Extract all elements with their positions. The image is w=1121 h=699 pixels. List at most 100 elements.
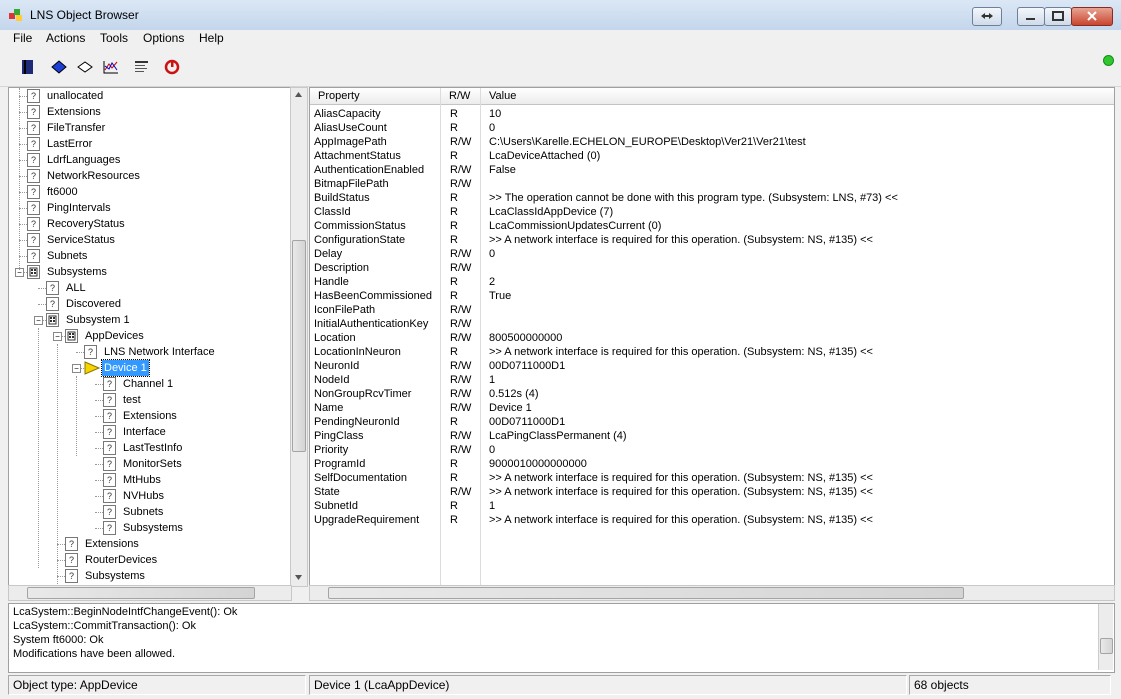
property-row[interactable]: InitialAuthenticationKey R/W [310,317,1114,331]
tree-item-label[interactable]: PingIntervals [45,200,113,216]
property-row[interactable]: IconFilePath R/W [310,303,1114,317]
object-tree[interactable]: ? unallocated? Extensions? FileTransfer? Las… [8,87,292,587]
chart-icon[interactable] [102,58,120,76]
tree-item[interactable]: ? FileTransfer [9,120,291,136]
tree-item[interactable]: ? Extensions [9,408,291,424]
property-row[interactable]: AliasCapacity R 10 [310,107,1114,121]
scroll-down-icon[interactable] [294,574,303,581]
tree-item-label[interactable]: RouterDevices [83,552,159,568]
property-row[interactable]: BuildStatus R >> The operation cannot be d… [310,191,1114,205]
tree-item-label[interactable]: LastTestInfo [121,440,184,456]
collapse-icon[interactable]: − [72,364,81,373]
tree-item[interactable]: ? Subsystems [9,520,291,536]
book-icon[interactable] [19,58,37,76]
bookmark-outline-icon[interactable] [76,58,94,76]
tree-item-label[interactable]: AppDevices [83,328,146,344]
menu-tools[interactable]: Tools [98,31,130,45]
property-row[interactable]: ClassId R LcaClassIdAppDevice (7) [310,205,1114,219]
tree-item[interactable]: − Device 1 [9,359,291,377]
tree-item-label[interactable]: ALL [64,280,88,296]
tree-item[interactable]: − AppDevices [9,328,291,344]
log-vertical-scrollbar[interactable] [1098,604,1113,670]
property-row[interactable]: Name R/W Device 1 [310,401,1114,415]
grid-horizontal-scrollbar[interactable] [309,585,1115,601]
property-row[interactable]: HasBeenCommissioned R True [310,289,1114,303]
tree-item[interactable]: ? unallocated [9,88,291,104]
tree-item-label[interactable]: Subsystems [45,264,109,280]
tree-item-label[interactable]: ft6000 [45,184,80,200]
tree-item-label[interactable]: Extensions [45,104,103,120]
power-icon[interactable] [163,58,181,76]
tree-item[interactable]: ? PingIntervals [9,200,291,216]
property-row[interactable]: NodeId R/W 1 [310,373,1114,387]
property-row[interactable]: AttachmentStatus R LcaDeviceAttached (0) [310,149,1114,163]
tree-horizontal-scrollbar[interactable] [8,585,292,601]
tree-item-label[interactable]: Subnets [45,248,89,264]
tree-item[interactable]: ? NVHubs [9,488,291,504]
property-row[interactable]: Handle R 2 [310,275,1114,289]
tree-vertical-scrollbar[interactable] [290,87,308,587]
tree-item[interactable]: ? RecoveryStatus [9,216,291,232]
tree-item[interactable]: ? ALL [9,280,291,296]
tree-item-label[interactable]: Extensions [121,408,179,424]
tree-item[interactable]: ? Interface [9,424,291,440]
property-row[interactable]: AuthenticationEnabled R/W False [310,163,1114,177]
collapse-icon[interactable]: − [34,316,43,325]
property-row[interactable]: UpgradeRequirement R >> A network interfac… [310,513,1114,527]
close-button[interactable] [1071,7,1113,26]
tree-item[interactable]: ? Subnets [9,504,291,520]
tree-item-label[interactable]: Subsystems [121,520,185,536]
maximize-button[interactable] [1044,7,1072,26]
scroll-up-icon[interactable] [294,91,303,98]
tree-item-label[interactable]: MtHubs [121,472,163,488]
property-row[interactable]: SubnetId R 1 [310,499,1114,513]
tree-item[interactable]: ? LastError [9,136,291,152]
property-row[interactable]: SelfDocumentation R >> A network interface… [310,471,1114,485]
property-grid[interactable]: Property R/W Value AliasCapacity R 10 Alias… [309,87,1115,587]
tree-item-label[interactable]: FileTransfer [45,120,107,136]
tree-item-label[interactable]: Device 1 [101,359,150,377]
log-scroll-thumb[interactable] [1100,638,1113,654]
menu-actions[interactable]: Actions [44,31,87,45]
tree-item-label[interactable]: unallocated [45,88,105,104]
tree-item[interactable]: − Subsystems [9,264,291,280]
header-rw[interactable]: R/W [449,90,470,102]
tree-item[interactable]: ? Channel 1 [9,376,291,392]
minimize-button[interactable] [1017,7,1045,26]
property-row[interactable]: CommissionStatus R LcaCommissionUpdatesCur… [310,219,1114,233]
header-property[interactable]: Property [318,90,360,102]
tree-item-label[interactable]: Subsystems [83,568,147,584]
list-icon[interactable] [133,58,151,76]
collapse-icon[interactable]: − [53,332,62,341]
tree-item-label[interactable]: ServiceStatus [45,232,117,248]
tree-item-label[interactable]: LdrfLanguages [45,152,122,168]
property-row[interactable]: Delay R/W 0 [310,247,1114,261]
restore-arrows-button[interactable] [972,7,1002,26]
property-row[interactable]: AliasUseCount R 0 [310,121,1114,135]
tree-item[interactable]: ? test [9,392,291,408]
property-row[interactable]: PingClass R/W LcaPingClassPermanent (4) [310,429,1114,443]
grid-hscroll-thumb[interactable] [328,587,964,599]
tree-item[interactable]: ? Subsystems [9,568,291,584]
tree-item-label[interactable]: Interface [121,424,168,440]
tree-item-label[interactable]: test [121,392,143,408]
tree-item[interactable]: ? Extensions [9,104,291,120]
property-row[interactable]: ConfigurationState R >> A network interfac… [310,233,1114,247]
tree-item[interactable]: ? Extensions [9,536,291,552]
tree-item[interactable]: ? LastTestInfo [9,440,291,456]
tree-item[interactable]: ? LNS Network Interface [9,344,291,360]
tree-item[interactable]: ? ft6000 [9,184,291,200]
tree-item-label[interactable]: LastError [45,136,94,152]
property-row[interactable]: NonGroupRcvTimer R/W 0.512s (4) [310,387,1114,401]
tree-item[interactable]: ? ServiceStatus [9,232,291,248]
tree-item-label[interactable]: NVHubs [121,488,166,504]
tree-item-label[interactable]: MonitorSets [121,456,184,472]
tree-scroll-thumb[interactable] [292,240,306,452]
tree-item[interactable]: ? MonitorSets [9,456,291,472]
tree-item-label[interactable]: LNS Network Interface [102,344,217,360]
tree-item-label[interactable]: Channel 1 [121,376,175,392]
tree-item[interactable]: ? NetworkResources [9,168,291,184]
property-row[interactable]: PendingNeuronId R 00D0711000D1 [310,415,1114,429]
event-log[interactable]: LcaSystem::BeginNodeIntfChangeEvent(): O… [8,603,1115,673]
tree-item[interactable]: ? RouterDevices [9,552,291,568]
